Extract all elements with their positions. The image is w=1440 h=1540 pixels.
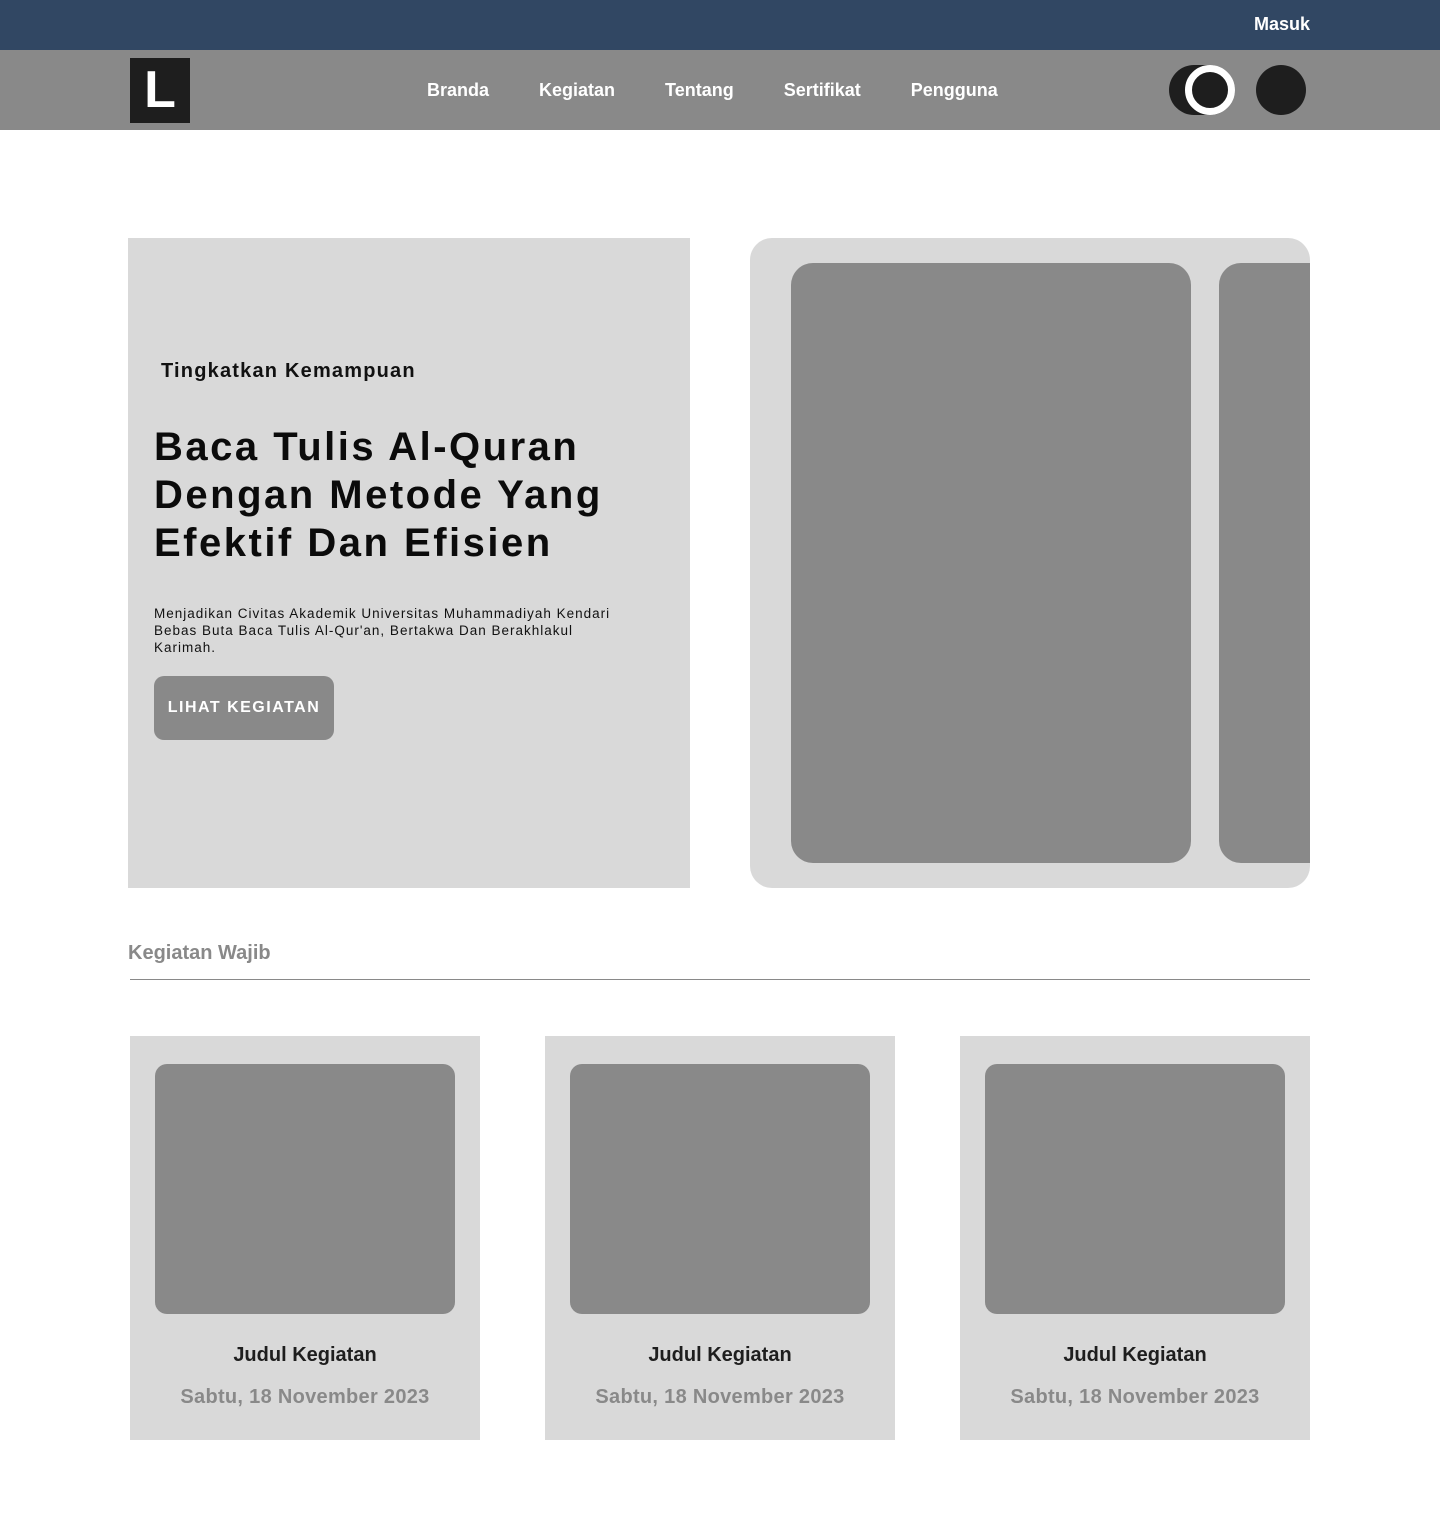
carousel-slide-image[interactable] — [1219, 263, 1310, 863]
hero-carousel[interactable] — [750, 238, 1310, 888]
nav-link-tentang[interactable]: Tentang — [665, 80, 734, 101]
activity-card[interactable]: Judul Kegiatan Sabtu, 18 November 2023 — [960, 1036, 1310, 1440]
section-title: Kegiatan Wajib — [128, 942, 271, 964]
hero-title: Baca Tulis Al-Quran Dengan Metode Yang E… — [154, 425, 603, 565]
theme-toggle[interactable] — [1169, 65, 1235, 115]
view-activities-button[interactable]: LIHAT KEGIATAN — [154, 676, 334, 740]
activity-card-title: Judul Kegiatan — [233, 1344, 377, 1366]
activity-card-image — [985, 1064, 1285, 1314]
activity-card-date: Sabtu, 18 November 2023 — [1010, 1386, 1260, 1408]
nav-link-branda[interactable]: Branda — [427, 80, 489, 101]
main-navbar: L Branda Kegiatan Tentang Sertifikat Pen… — [0, 50, 1440, 130]
activity-card-title: Judul Kegiatan — [648, 1344, 792, 1366]
hero-text-panel: Tingkatkan Kemampuan Baca Tulis Al-Quran… — [128, 238, 690, 888]
nav-link-pengguna[interactable]: Pengguna — [911, 80, 998, 101]
activity-card[interactable]: Judul Kegiatan Sabtu, 18 November 2023 — [130, 1036, 480, 1440]
activity-card-date: Sabtu, 18 November 2023 — [180, 1386, 430, 1408]
activity-card-image — [155, 1064, 455, 1314]
toggle-knob — [1185, 65, 1235, 115]
carousel-slide-image[interactable] — [791, 263, 1191, 863]
site-logo[interactable]: L — [130, 58, 190, 123]
activity-card[interactable]: Judul Kegiatan Sabtu, 18 November 2023 — [545, 1036, 895, 1440]
top-bar: Masuk — [0, 0, 1440, 50]
hero-eyebrow: Tingkatkan Kemampuan — [161, 360, 416, 382]
nav-links: Branda Kegiatan Tentang Sertifikat Pengg… — [427, 50, 998, 130]
activity-card-title: Judul Kegiatan — [1063, 1344, 1207, 1366]
activity-card-image — [570, 1064, 870, 1314]
nav-link-sertifikat[interactable]: Sertifikat — [784, 80, 861, 101]
section-divider — [130, 979, 1310, 980]
activity-card-date: Sabtu, 18 November 2023 — [595, 1386, 845, 1408]
login-link[interactable]: Masuk — [1254, 14, 1310, 35]
user-avatar[interactable] — [1256, 65, 1306, 115]
hero-subtitle: Menjadikan Civitas Akademik Universitas … — [154, 606, 611, 655]
nav-link-kegiatan[interactable]: Kegiatan — [539, 80, 615, 101]
